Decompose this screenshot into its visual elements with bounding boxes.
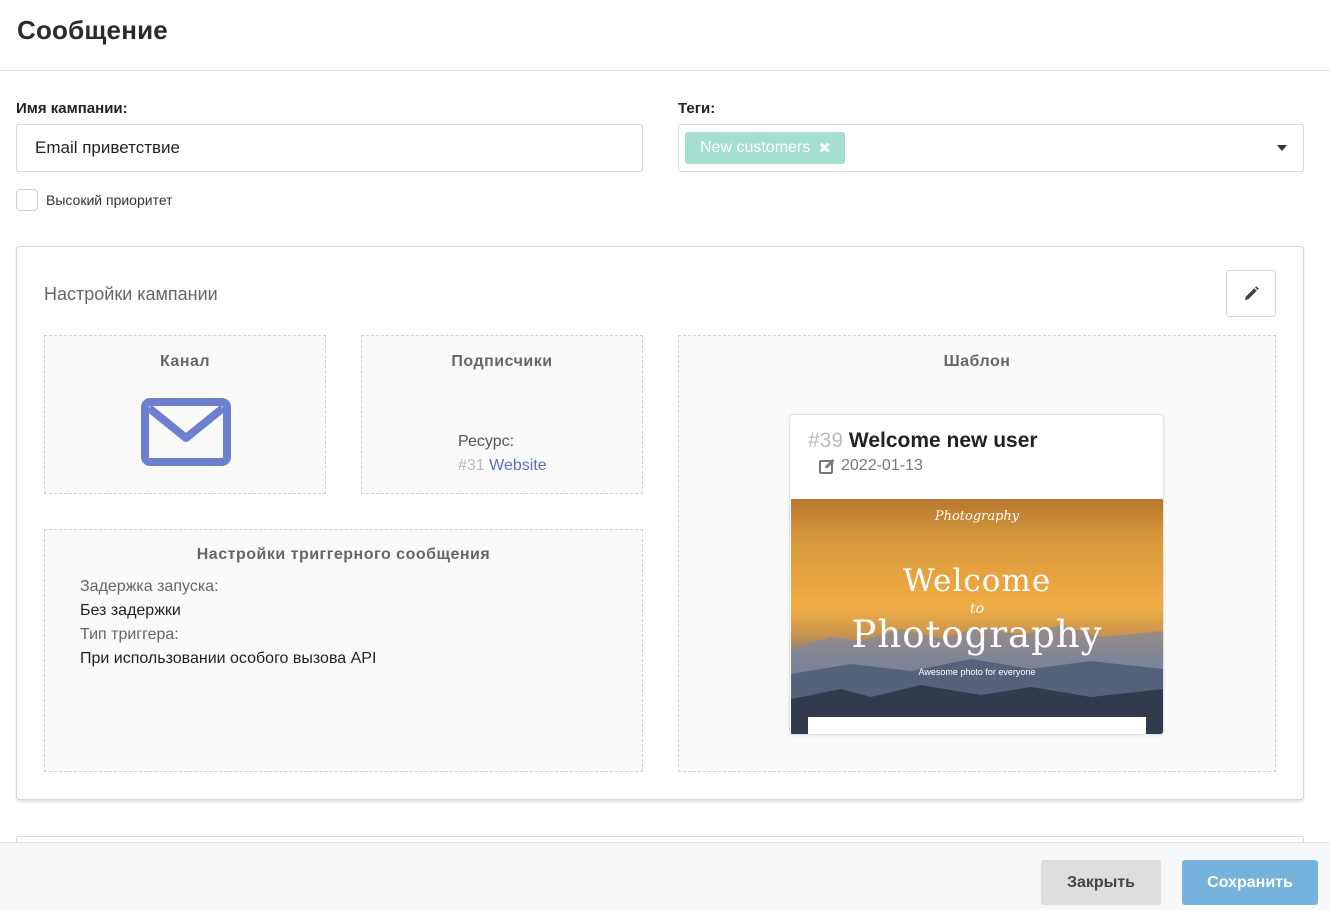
resource-link[interactable]: Website [489,457,547,474]
priority-row: Высокий приоритет [16,189,173,211]
delay-value: Без задержки [80,602,181,619]
template-date: 2022-01-13 [841,457,923,474]
trigger-type-label: Тип триггера: [80,626,179,643]
delay-label: Задержка запуска: [80,578,219,595]
channel-box: Канал [44,335,326,494]
subscribers-title: Подписчики [451,353,553,370]
image-photography-text: Photography [851,613,1103,656]
trigger-settings-box: Настройки триггерного сообщения Задержка… [44,529,643,772]
template-card-header: #39 Welcome new user 2022-01-13 [790,415,1163,499]
trigger-details: Задержка запуска: Без задержки Тип тригг… [80,575,376,671]
dropdown-caret-icon[interactable] [1277,145,1287,151]
trigger-type-value: При использовании особого вызова API [80,650,377,667]
tag-chip: New customers ✖ [685,132,845,164]
priority-checkbox[interactable] [16,189,38,211]
tags-select[interactable]: New customers ✖ [678,124,1304,172]
pencil-icon [1245,285,1259,300]
save-button[interactable]: Сохранить [1182,860,1318,905]
resource-label: Ресурс: [458,433,515,450]
template-box: Шаблон #39 Welcome new user 2022-01-13 P… [678,335,1276,772]
tag-remove-icon[interactable]: ✖ [818,139,831,157]
subscribers-resource: Ресурс: #31 Website [458,430,547,478]
campaign-name-label: Имя кампании: [16,100,128,117]
tags-label: Теги: [678,100,716,117]
campaign-settings-panel: Настройки кампании Канал Подписчики Ресу… [16,246,1304,800]
resource-id: #31 [458,457,485,474]
template-name: Welcome new user [848,429,1038,452]
tag-label: New customers [700,139,811,156]
settings-title: Настройки кампании [44,284,218,304]
trigger-title: Настройки триггерного сообщения [196,546,491,563]
edit-date-icon [819,459,835,474]
footer-bar: Закрыть Сохранить [0,842,1330,910]
envelope-icon [141,398,231,466]
image-tagline-text: Awesome photo for everyone [918,667,1036,677]
edit-settings-button[interactable] [1226,270,1276,317]
page-header: Сообщение [0,0,1330,71]
campaign-name-input[interactable]: Email приветствие [16,124,643,172]
close-button[interactable]: Закрыть [1041,860,1161,905]
page-title: Сообщение [17,14,168,45]
image-welcome-text: Welcome [902,563,1052,599]
template-preview-image: Photography Welcome to Photography Aweso… [791,499,1163,734]
subscribers-box: Подписчики Ресурс: #31 Website [361,335,643,494]
image-brand-text: Photography [934,509,1020,524]
image-content-strip [808,717,1146,734]
channel-title: Канал [159,353,211,370]
template-id: #39 [808,429,844,452]
template-title: Шаблон [943,353,1011,370]
template-card[interactable]: #39 Welcome new user 2022-01-13 Photogra… [789,414,1164,735]
priority-label: Высокий приоритет [46,192,173,208]
